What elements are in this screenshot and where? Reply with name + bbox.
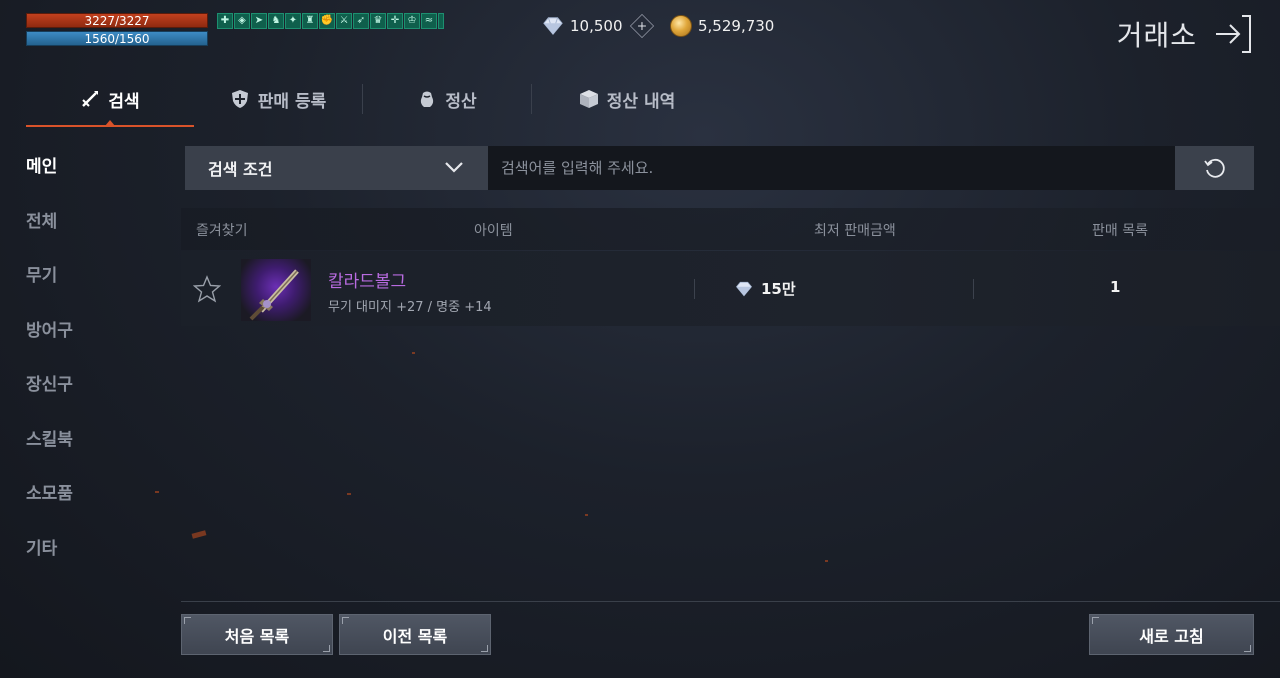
armor-buff-icon[interactable]: ♜ — [302, 13, 318, 29]
diamond-currency: 10,500 + — [542, 13, 654, 39]
diamond-amount: 10,500 — [570, 17, 623, 35]
lowest-price: 15만 — [735, 278, 796, 299]
item-thumbnail — [241, 259, 311, 321]
guard-buff-icon[interactable]: ♞ — [268, 13, 284, 29]
search-filter-label: 검색 조건 — [208, 160, 273, 179]
ember-particle — [825, 560, 828, 562]
gold-currency: 5,529,730 — [670, 15, 774, 37]
sidebar-item-all[interactable]: 전체 — [26, 207, 73, 262]
chevron-down-icon — [445, 162, 463, 173]
sidebar-item-accessory[interactable]: 장신구 — [26, 370, 73, 425]
hp-bar: 3227/3227 — [26, 13, 208, 28]
plus-icon: + — [636, 18, 647, 34]
gold-amount: 5,529,730 — [698, 17, 775, 35]
sidebar-item-etc[interactable]: 기타 — [26, 534, 73, 589]
tab-bar: 검색 판매 등록 정산 정산 내역 — [26, 78, 722, 128]
column-divider — [694, 279, 695, 299]
diamond-icon — [736, 281, 752, 296]
refresh-icon — [1203, 158, 1225, 178]
active-tab-caret-icon — [105, 120, 115, 126]
gold-coin-icon — [670, 15, 692, 37]
tab-settlement-history[interactable]: 정산 내역 — [532, 78, 722, 120]
helmet-buff-icon[interactable]: ♛ — [370, 13, 386, 29]
ember-particle — [155, 491, 159, 493]
mp-bar: 1560/1560 — [26, 31, 208, 46]
ember-particle — [585, 514, 588, 516]
diamond-icon — [543, 17, 563, 35]
crown-buff-icon[interactable]: ♔ — [404, 13, 420, 29]
col-listings-header: 판매 목록 — [1092, 223, 1148, 239]
tab-register-sale-label: 판매 등록 — [257, 91, 327, 112]
category-sidebar: 메인 전체 무기 방어구 장신구 스킬북 소모품 기타 — [26, 152, 73, 588]
favorite-star-icon[interactable] — [193, 275, 221, 303]
column-divider — [973, 279, 974, 299]
sword-icon — [82, 91, 99, 107]
col-favorite-header: 즐겨찾기 — [196, 223, 248, 239]
sword-buff-icon[interactable]: ⚔ — [336, 13, 352, 29]
prev-page-button[interactable]: 이전 목록 — [339, 614, 491, 655]
item-name[interactable]: 칼라드볼그 — [328, 267, 406, 292]
listing-count: 1 — [1110, 278, 1121, 296]
tab-search[interactable]: 검색 — [26, 78, 194, 127]
pouch-icon — [421, 91, 434, 107]
ember-particle — [412, 352, 415, 354]
search-input[interactable] — [488, 146, 1175, 190]
search-filter-dropdown[interactable]: 검색 조건 — [185, 146, 488, 190]
refresh-button[interactable]: 새로 고침 — [1089, 614, 1254, 655]
sidebar-item-weapon[interactable]: 무기 — [26, 261, 73, 316]
table-row[interactable]: 칼라드볼그 무기 대미지 +27 / 명중 +14 15만 1 — [181, 251, 1280, 326]
greatsword-icon — [249, 269, 299, 321]
tab-search-label: 검색 — [108, 91, 140, 112]
first-page-button[interactable]: 처음 목록 — [181, 614, 333, 655]
tab-settlement[interactable]: 정산 — [363, 78, 531, 120]
sidebar-item-consumable[interactable]: 소모품 — [26, 479, 73, 534]
sidebar-item-main[interactable]: 메인 — [26, 152, 73, 207]
strength-buff-icon[interactable]: ✊ — [319, 13, 335, 29]
ember-particle — [191, 530, 207, 539]
buff-bar: ✚ ◈ ➤ ♞ ✦ ♜ ✊ ⚔ ➶ ♛ ✛ ♔ ≈ — [217, 13, 444, 29]
tab-register-sale[interactable]: 판매 등록 — [194, 78, 362, 120]
haste-buff-icon[interactable]: ➤ — [251, 13, 267, 29]
page-title: 거래소 — [1116, 19, 1197, 52]
fish-buff-icon[interactable]: ≈ — [421, 13, 437, 29]
potion-buff-icon[interactable]: ◈ — [234, 13, 250, 29]
col-item-header: 아이템 — [474, 223, 513, 239]
reset-search-button[interactable] — [1175, 146, 1254, 190]
tab-settlement-history-label: 정산 내역 — [606, 91, 676, 112]
wing-buff-icon[interactable]: ✦ — [285, 13, 301, 29]
shield-plus-icon — [231, 90, 248, 108]
col-price-header: 최저 판매금액 — [814, 223, 896, 239]
sidebar-item-armor[interactable]: 방어구 — [26, 316, 73, 371]
box-icon — [579, 90, 598, 108]
bow-buff-icon[interactable]: ➶ — [353, 13, 369, 29]
add-diamond-button[interactable]: + — [629, 13, 654, 39]
table-header: 즐겨찾기 아이템 최저 판매금액 판매 목록 — [181, 208, 1280, 250]
ember-particle — [347, 493, 351, 495]
price-value: 15만 — [761, 280, 796, 298]
plus-buff-icon[interactable]: ✛ — [387, 13, 403, 29]
exit-icon[interactable] — [1214, 12, 1254, 56]
sidebar-item-skillbook[interactable]: 스킬북 — [26, 425, 73, 480]
shield-buff-icon[interactable]: ✚ — [217, 13, 233, 29]
extra-buff-icon[interactable] — [438, 13, 444, 29]
tab-settlement-label: 정산 — [445, 91, 477, 112]
bottom-divider — [181, 601, 1280, 602]
item-description: 무기 대미지 +27 / 명중 +14 — [328, 300, 492, 315]
